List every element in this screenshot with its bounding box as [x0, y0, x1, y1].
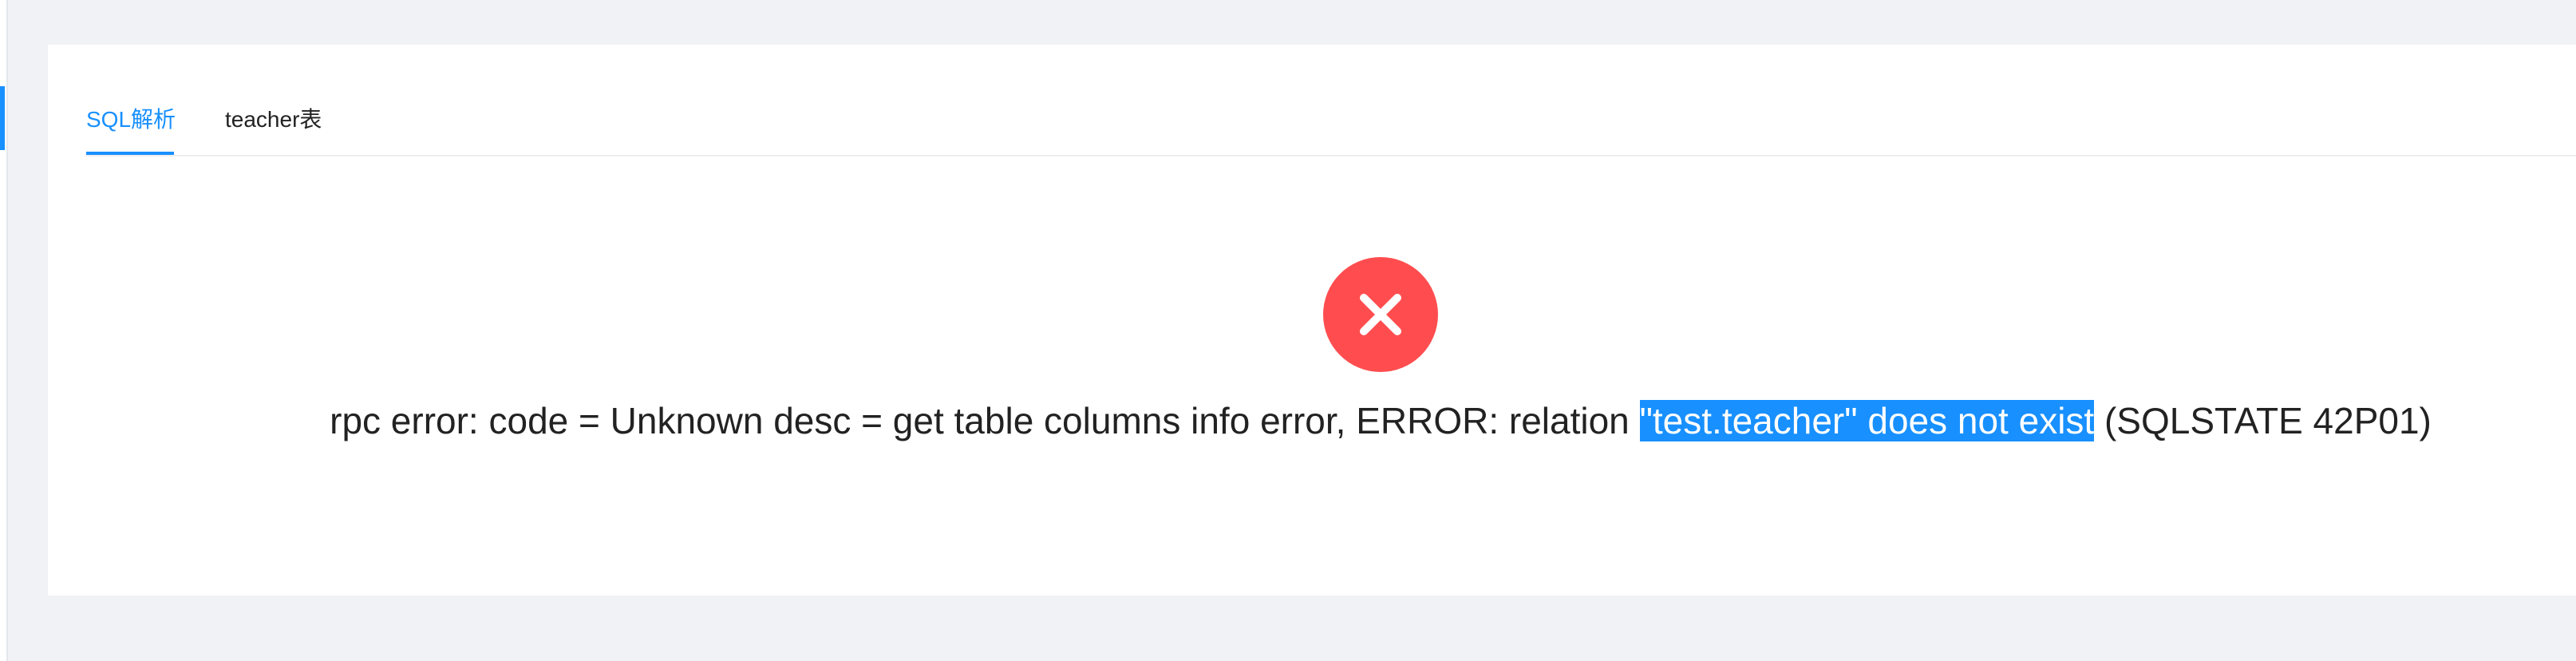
left-nav-active-indicator — [0, 86, 5, 150]
active-tab-indicator — [86, 152, 174, 155]
error-result: rpc error: code = Unknown desc = get tab… — [48, 156, 2576, 596]
tab-teacher-table[interactable]: teacher表 — [225, 104, 322, 136]
error-message-sqlstate: (SQLSTATE 42P01) — [2094, 400, 2432, 441]
tab-bar: SQL解析 teacher表 — [86, 45, 2576, 156]
error-message-selection: "test.teacher" does not exist — [1639, 400, 2095, 441]
tab-sql-parse[interactable]: SQL解析 — [86, 104, 176, 136]
error-message: rpc error: code = Unknown desc = get tab… — [48, 386, 2576, 455]
content-card: SQL解析 teacher表 rpc error: code = Unknown… — [48, 45, 2576, 596]
error-message-text: rpc error: code = Unknown desc = get tab… — [330, 400, 1640, 441]
close-circle-icon — [1323, 257, 1438, 372]
